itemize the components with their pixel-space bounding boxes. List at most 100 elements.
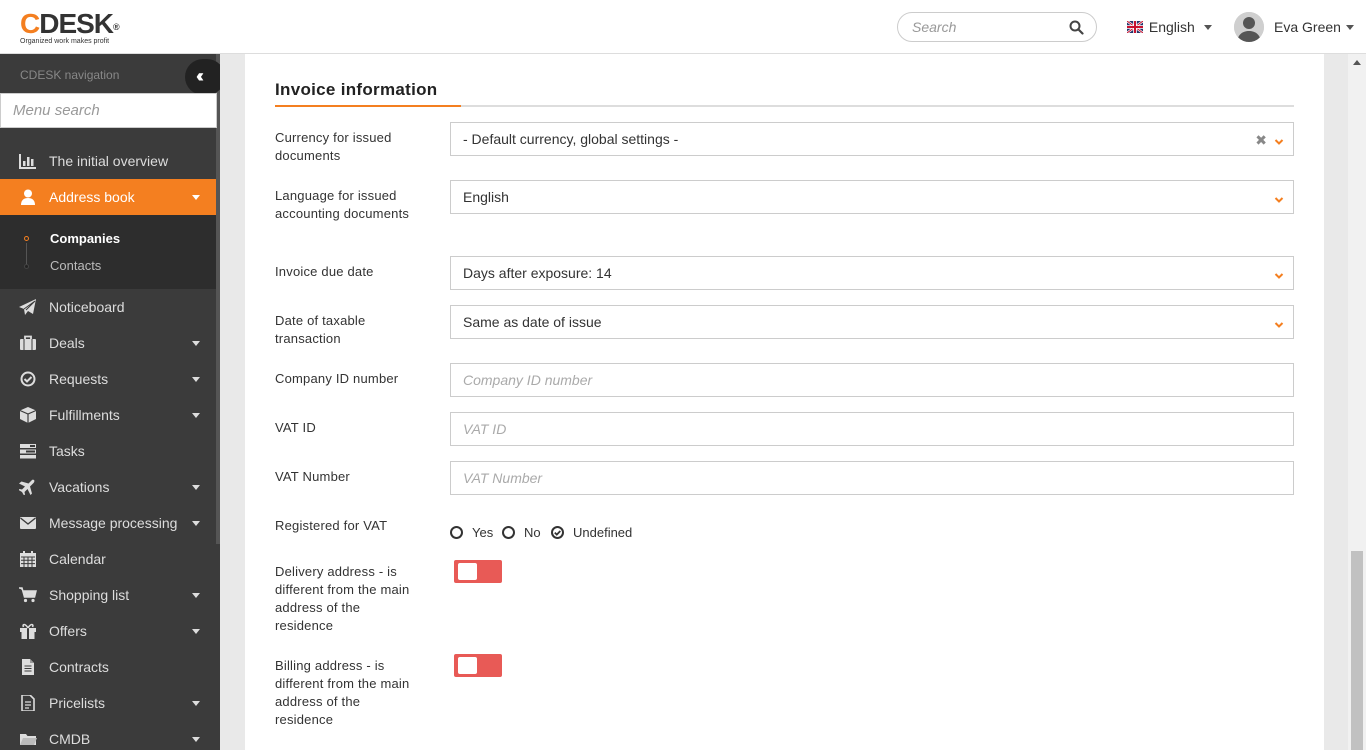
menu-search[interactable] [0, 93, 217, 128]
due-date-label: Invoice due date [275, 264, 374, 279]
sidebar-item-cmdb[interactable]: CMDB [0, 721, 216, 750]
radio-label: Yes [472, 525, 494, 540]
vat-id-input[interactable] [463, 421, 1263, 437]
delivery-address-toggle[interactable] [454, 560, 502, 583]
sidebar-item-tasks[interactable]: Tasks [0, 433, 216, 469]
sidebar-item-label: Vacations [49, 479, 110, 495]
taxable-date-value: Same as date of issue [463, 314, 602, 330]
chevron-down-icon [1274, 134, 1284, 145]
radio-circle-icon[interactable] [502, 526, 515, 539]
sidebar-item-offers[interactable]: Offers [0, 613, 216, 649]
chevron-down-icon [1274, 268, 1284, 279]
language-select[interactable]: English [450, 180, 1294, 214]
chevron-down-icon [1345, 25, 1354, 30]
radio-label: Undefined [573, 525, 633, 540]
sidebar-item-label: Requests [49, 371, 109, 387]
cube-icon [19, 407, 37, 423]
section-divider-accent [275, 105, 461, 107]
vat-id-label: VAT ID [275, 420, 316, 435]
caret-down-icon [192, 701, 200, 706]
billing-address-toggle[interactable] [454, 654, 502, 677]
due-date-value: Days after exposure: 14 [463, 265, 612, 281]
submenu-item-companies[interactable]: Companies [50, 231, 120, 246]
briefcase-icon [19, 335, 37, 351]
user-name: Eva Green [1274, 19, 1354, 35]
plane-icon [18, 479, 37, 496]
company-id-field[interactable] [450, 363, 1294, 397]
sidebar-item-shopping-list[interactable]: Shopping list [0, 577, 216, 613]
company-id-input[interactable] [463, 372, 1263, 388]
sidebar-item-noticeboard[interactable]: Noticeboard [0, 289, 216, 325]
vat-number-field[interactable] [450, 461, 1294, 495]
radio-label: No [524, 525, 541, 540]
vat-number-input[interactable] [463, 470, 1263, 486]
billing-address-label: Billing address - is different from the … [275, 658, 410, 727]
sidebar-item-fulfillments[interactable]: Fulfillments [0, 397, 216, 433]
sidebar-item-contracts[interactable]: Contracts [0, 649, 216, 685]
toggle-knob [458, 657, 477, 674]
collapse-sidebar-button[interactable]: ‹‹ [185, 59, 220, 95]
sidebar-item-label: Deals [49, 335, 85, 351]
caret-down-icon [192, 195, 200, 200]
double-chevron-left-icon: ‹‹ [196, 66, 204, 86]
sidebar-heading: CDESK navigation [20, 68, 120, 82]
avatar[interactable] [1234, 12, 1264, 42]
taxable-date-label: Date of taxable transaction [275, 313, 366, 346]
delivery-address-label: Delivery address - is different from the… [275, 564, 410, 633]
sidebar-item-pricelists[interactable]: Pricelists [0, 685, 216, 721]
submenu-connector [26, 243, 27, 265]
check-circle-icon [19, 371, 37, 387]
sidebar-item-label: Offers [49, 623, 87, 639]
dot-icon [24, 264, 29, 269]
sidebar-item-label: The initial overview [49, 153, 169, 169]
sidebar-item-label: Calendar [49, 551, 106, 567]
clear-icon[interactable]: ✖ [1255, 133, 1267, 147]
vat-id-field[interactable] [450, 412, 1294, 446]
taxable-date-select[interactable]: Same as date of issue [450, 305, 1294, 339]
caret-down-icon [192, 737, 200, 742]
sidebar-item-label: Noticeboard [49, 299, 125, 315]
chevron-down-icon [1274, 317, 1284, 328]
sidebar-item-calendar[interactable]: Calendar [0, 541, 216, 577]
sidebar-item-label: Address book [49, 189, 135, 205]
vat-number-label: VAT Number [275, 469, 350, 484]
company-id-label: Company ID number [275, 371, 399, 386]
sidebar-item-label: Pricelists [49, 695, 106, 711]
scrollbar-thumb[interactable] [1351, 551, 1363, 750]
currency-label: Currency for issued documents [275, 130, 392, 163]
due-date-select[interactable]: Days after exposure: 14 [450, 256, 1294, 290]
submenu-item-contacts[interactable]: Contacts [50, 258, 101, 273]
scroll-up-arrow-icon[interactable] [1353, 60, 1361, 65]
language-selector[interactable]: English [1126, 19, 1212, 36]
search-icon[interactable] [1069, 20, 1084, 38]
sidebar-item-label: Fulfillments [49, 407, 120, 423]
top-bar: CDESK® Organized work makes profit Engli… [0, 0, 1366, 54]
gift-icon [19, 623, 37, 639]
sidebar-item-initial-overview[interactable]: The initial overview [0, 143, 216, 179]
menu-search-input[interactable] [13, 102, 203, 119]
logo-registered: ® [113, 22, 120, 32]
calendar-icon [19, 551, 37, 567]
cdesk-logo[interactable]: CDESK® Organized work makes profit [20, 9, 120, 46]
radio-circle-icon[interactable] [450, 526, 463, 539]
caret-down-icon [192, 341, 200, 346]
sidebar-item-address-book[interactable]: Address book [0, 179, 216, 215]
sidebar-item-deals[interactable]: Deals [0, 325, 216, 361]
vat-registered-label: Registered for VAT [275, 518, 388, 533]
sidebar-item-message-processing[interactable]: Message processing [0, 505, 216, 541]
global-search[interactable] [897, 12, 1097, 42]
sidebar-item-label: Tasks [49, 443, 85, 459]
envelope-icon [19, 515, 37, 531]
language-label: Language for issued accounting documents [275, 188, 410, 221]
page-scrollbar[interactable] [1348, 54, 1366, 750]
user-icon [19, 189, 37, 205]
currency-select[interactable]: - Default currency, global settings - ✖ [450, 122, 1294, 156]
radio-checked-icon[interactable] [551, 526, 564, 539]
global-search-input[interactable] [912, 19, 1062, 35]
sidebar-item-vacations[interactable]: Vacations [0, 469, 216, 505]
currency-value: - Default currency, global settings - [463, 131, 679, 147]
chevron-down-icon [1274, 192, 1284, 203]
chevron-down-icon [1203, 25, 1212, 30]
sidebar-item-requests[interactable]: Requests [0, 361, 216, 397]
sidebar-item-label: Message processing [49, 515, 178, 531]
